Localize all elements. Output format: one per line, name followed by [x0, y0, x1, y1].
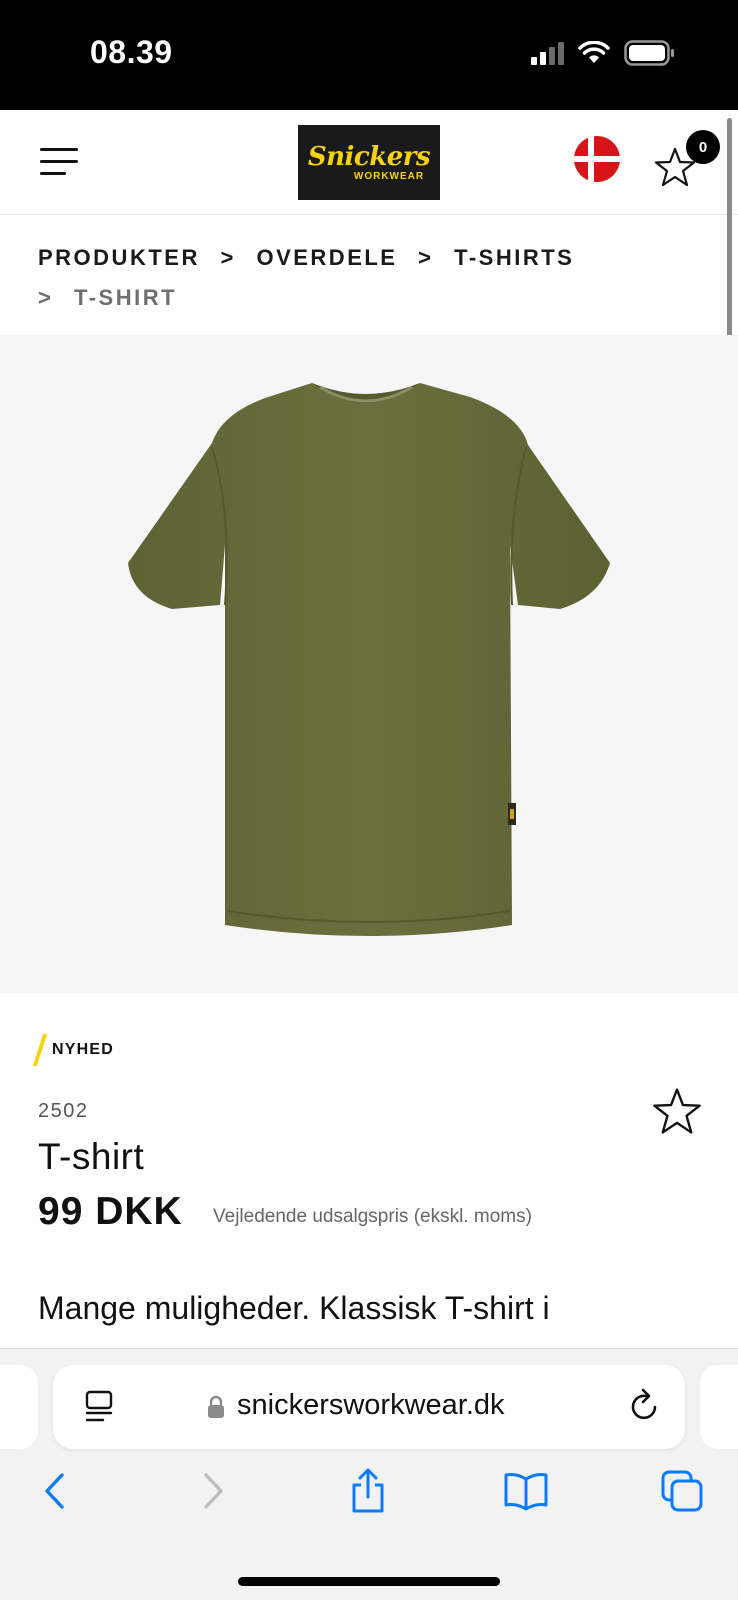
book-icon	[504, 1473, 548, 1511]
snickers-logo[interactable]: Snickers WORKWEAR	[298, 125, 440, 200]
chevron-left-icon	[45, 1473, 64, 1509]
add-to-favorites-button[interactable]	[652, 1086, 704, 1138]
hamburger-icon-line	[40, 172, 66, 175]
home-indicator[interactable]	[238, 1577, 500, 1586]
tabs-icon	[661, 1470, 703, 1512]
lock-icon	[208, 1395, 224, 1418]
hamburger-icon-line	[40, 160, 78, 163]
tshirt-image	[128, 383, 610, 936]
page-menu-icon[interactable]	[83, 1389, 115, 1425]
status-icons	[531, 40, 676, 66]
star-outline-icon	[653, 1088, 701, 1134]
breadcrumb-link-t-shirts[interactable]: T-SHIRTS	[454, 245, 574, 270]
favorites-count-badge: 0	[686, 130, 720, 164]
product-sku: 2502	[38, 1100, 89, 1122]
address-bar[interactable]: snickersworkwear.dk	[53, 1365, 685, 1449]
logo-subtitle: WORKWEAR	[353, 171, 425, 182]
breadcrumb-current: T-SHIRT	[73, 285, 178, 310]
product-price: 99 DKK	[38, 1190, 183, 1233]
url-text: snickersworkwear.dk	[237, 1389, 505, 1421]
breadcrumb-link-overdele[interactable]: OVERDELE	[256, 245, 397, 270]
hamburger-icon-line	[40, 148, 78, 151]
cellular-signal-icon	[531, 41, 564, 65]
breadcrumb-separator: >	[418, 245, 434, 270]
favorites-button[interactable]: 0	[652, 130, 722, 192]
product-title: T-shirt	[38, 1136, 145, 1177]
browser-bottom-bar: snickersworkwear.dk	[0, 1348, 738, 1600]
tabs-button[interactable]	[652, 1461, 712, 1521]
denmark-flag-icon[interactable]	[574, 136, 620, 182]
status-time: 08.39	[90, 34, 173, 70]
battery-icon	[624, 40, 674, 66]
browser-toolbar	[0, 1461, 738, 1521]
share-icon	[352, 1468, 384, 1513]
product-image[interactable]	[0, 335, 738, 993]
menu-button[interactable]	[40, 146, 82, 178]
share-button[interactable]	[338, 1461, 398, 1521]
badge-label: NYHED	[52, 1041, 115, 1058]
site-header: Snickers WORKWEAR 0	[0, 110, 738, 215]
next-tab-peek[interactable]	[700, 1365, 738, 1449]
reload-icon[interactable]	[627, 1387, 663, 1425]
back-button[interactable]	[24, 1461, 84, 1521]
chevron-right-icon	[204, 1473, 223, 1509]
breadcrumb-link-produkter[interactable]: PRODUKTER	[38, 245, 200, 270]
status-bar: 08.39	[0, 0, 738, 110]
badge-accent-slash	[32, 1034, 48, 1066]
breadcrumb-separator: >	[38, 285, 54, 310]
forward-button[interactable]	[184, 1461, 244, 1521]
scrollbar[interactable]	[727, 118, 732, 358]
wifi-icon	[578, 41, 610, 63]
bookmarks-button[interactable]	[496, 1461, 556, 1521]
previous-tab-peek[interactable]	[0, 1365, 38, 1449]
price-note: Vejledende udsalgspris (ekskl. moms)	[213, 1206, 532, 1227]
new-badge: NYHED	[32, 1034, 115, 1066]
product-description: Mange muligheder. Klassisk T-shirt i	[38, 1290, 550, 1326]
breadcrumb-separator: >	[220, 245, 236, 270]
breadcrumb: PRODUKTER > OVERDELE > T-SHIRTS > T-SHIR…	[38, 238, 678, 318]
logo-wordmark: Snickers	[307, 142, 431, 172]
